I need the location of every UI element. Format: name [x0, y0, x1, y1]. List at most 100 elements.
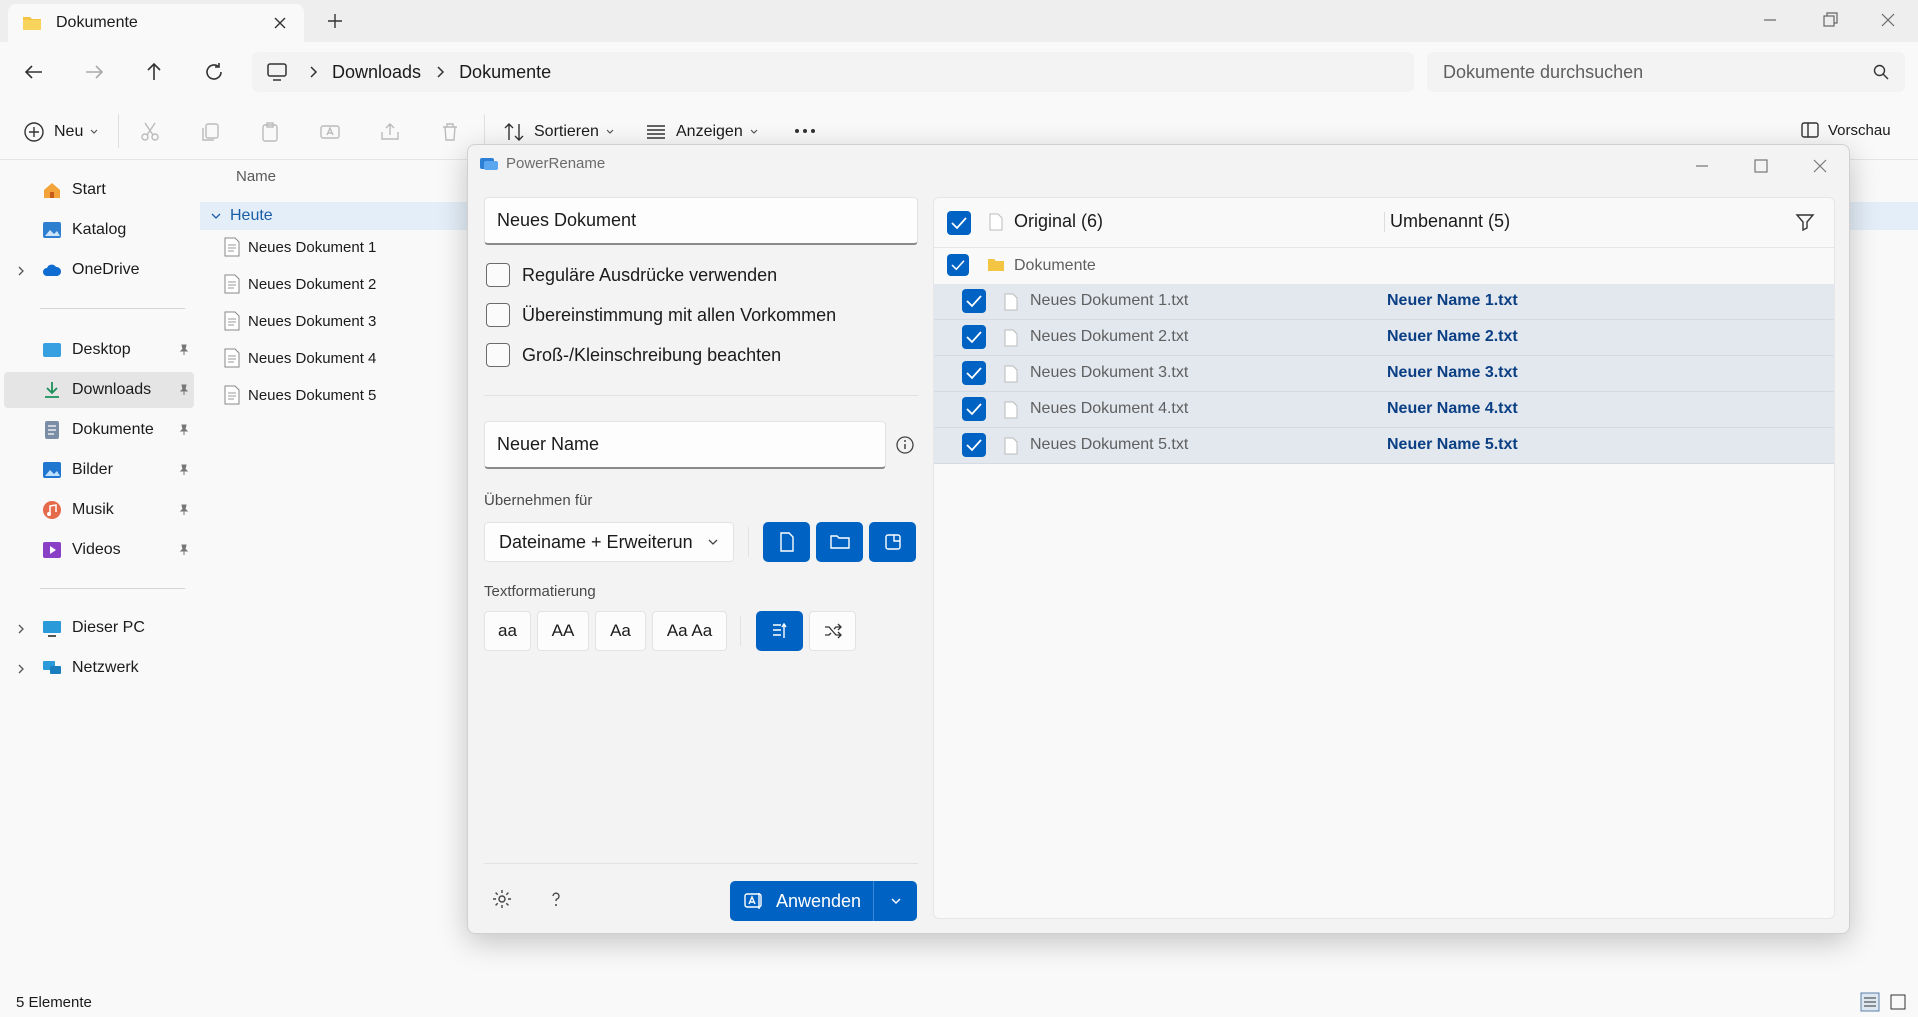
sidebar-item-videos[interactable]: Videos — [4, 532, 194, 568]
pin-icon[interactable] — [178, 424, 190, 436]
sidebar-item-dieser-pc[interactable]: Dieser PC — [4, 610, 194, 646]
pin-icon[interactable] — [178, 464, 190, 476]
include-subfolders-toggle[interactable] — [869, 522, 916, 562]
maximize-icon[interactable] — [1750, 155, 1772, 177]
original-column-header[interactable]: Original (6) — [1014, 211, 1103, 232]
item-checkbox[interactable] — [962, 397, 986, 421]
vertical-divider — [748, 527, 749, 557]
sidebar-item-bilder[interactable]: Bilder — [4, 452, 194, 488]
copy-icon[interactable] — [198, 120, 222, 144]
case-sensitive-checkbox[interactable]: Groß-/Kleinschreibung beachten — [486, 343, 781, 367]
column-header-name[interactable]: Name — [236, 168, 276, 185]
pin-icon[interactable] — [178, 384, 190, 396]
include-files-toggle[interactable] — [763, 522, 810, 562]
file-icon — [989, 213, 1003, 231]
more-options-icon[interactable] — [794, 128, 816, 134]
details-view-icon[interactable] — [1860, 992, 1880, 1012]
sidebar-item-katalog[interactable]: Katalog — [4, 212, 194, 248]
close-tab-icon[interactable] — [270, 13, 290, 33]
sidebar-item-downloads[interactable]: Downloads — [4, 372, 194, 408]
apply-main-button[interactable]: Anwenden — [730, 891, 873, 912]
sidebar-item-netzwerk[interactable]: Netzwerk — [4, 650, 194, 686]
replace-with-input[interactable]: Neuer Name — [484, 421, 886, 469]
checkbox-box[interactable] — [486, 303, 510, 327]
minimize-icon[interactable] — [1758, 8, 1782, 32]
close-icon[interactable] — [1809, 155, 1831, 177]
tiles-view-icon[interactable] — [1888, 992, 1908, 1012]
include-folders-toggle[interactable] — [816, 522, 863, 562]
sort-button[interactable]: Sortieren — [502, 120, 615, 144]
item-checkbox[interactable] — [962, 325, 986, 349]
preview-pane-button[interactable]: Vorschau — [1800, 120, 1891, 140]
pin-icon[interactable] — [178, 504, 190, 516]
select-all-checkbox[interactable] — [947, 211, 971, 235]
back-icon[interactable] — [20, 58, 48, 86]
apply-button[interactable]: Anwenden — [730, 881, 917, 921]
uppercase-button[interactable]: AA — [537, 611, 589, 651]
item-checkbox[interactable] — [962, 433, 986, 457]
forward-icon[interactable] — [80, 58, 108, 86]
sidebar-item-musik[interactable]: Musik — [4, 492, 194, 528]
delete-icon[interactable] — [438, 120, 462, 144]
sidebar-item-dokumente[interactable]: Dokumente — [4, 412, 194, 448]
file-row[interactable]: Neues Dokument 1 — [224, 232, 376, 262]
breadcrumb-dokumente[interactable]: Dokumente — [459, 62, 551, 83]
pin-icon[interactable] — [178, 544, 190, 556]
file-row[interactable]: Neues Dokument 4 — [224, 343, 376, 373]
cut-icon[interactable] — [138, 120, 162, 144]
rename-row[interactable]: Neues Dokument 5.txt Neuer Name 5.txt — [934, 428, 1834, 464]
tab-dokumente[interactable]: Dokumente — [8, 4, 304, 42]
checkbox-box[interactable] — [486, 263, 510, 287]
file-row[interactable]: Neues Dokument 2 — [224, 269, 376, 299]
file-row[interactable]: Neues Dokument 3 — [224, 306, 376, 336]
sidebar-item-desktop[interactable]: Desktop — [4, 332, 194, 368]
lowercase-button[interactable]: aa — [484, 611, 531, 651]
minimize-icon[interactable] — [1691, 155, 1713, 177]
settings-icon[interactable] — [492, 889, 512, 909]
address-bar[interactable]: Downloads Dokumente — [252, 52, 1414, 92]
item-checkbox[interactable] — [962, 289, 986, 313]
item-checkbox[interactable] — [962, 361, 986, 385]
titlecase-button[interactable]: Aa — [595, 611, 646, 651]
capitalize-each-word-button[interactable]: Aa Aa — [652, 611, 727, 651]
search-input[interactable]: Dokumente durchsuchen — [1427, 52, 1905, 92]
enumerate-items-toggle[interactable] — [756, 611, 803, 651]
original-name: Neues Dokument 5.txt — [1030, 436, 1189, 453]
rename-row[interactable]: Neues Dokument 1.txt Neuer Name 1.txt — [934, 284, 1834, 320]
match-all-checkbox[interactable]: Übereinstimmung mit allen Vorkommen — [486, 303, 836, 327]
sidebar-item-start[interactable]: Start — [4, 172, 194, 208]
help-icon[interactable] — [546, 889, 566, 909]
apply-for-dropdown[interactable]: Dateiname + Erweiterun — [484, 522, 734, 562]
search-for-input[interactable]: Neues Dokument — [484, 197, 918, 245]
item-checkbox[interactable] — [947, 254, 969, 276]
new-tab-icon[interactable] — [326, 12, 344, 30]
filter-icon[interactable] — [1795, 212, 1815, 232]
apply-options-dropdown[interactable] — [874, 895, 917, 907]
randomize-toggle[interactable] — [809, 611, 856, 651]
close-window-icon[interactable] — [1876, 8, 1900, 32]
new-button[interactable]: Neu — [22, 120, 99, 144]
rename-row[interactable]: Neues Dokument 2.txt Neuer Name 2.txt — [934, 320, 1834, 356]
view-button[interactable]: Anzeigen — [644, 120, 759, 144]
rename-row[interactable]: Neues Dokument 3.txt Neuer Name 3.txt — [934, 356, 1834, 392]
regex-checkbox[interactable]: Reguläre Ausdrücke verwenden — [486, 263, 777, 287]
sidebar-item-onedrive[interactable]: OneDrive — [4, 252, 194, 288]
file-row[interactable]: Neues Dokument 5 — [224, 380, 376, 410]
share-icon[interactable] — [378, 120, 402, 144]
rename-icon[interactable] — [318, 120, 342, 144]
refresh-icon[interactable] — [200, 58, 228, 86]
checkbox-box[interactable] — [486, 343, 510, 367]
new-label: Neu — [54, 123, 84, 140]
folder-row[interactable]: Dokumente — [934, 248, 1834, 284]
preview-header: Original (6) Umbenannt (5) — [934, 198, 1834, 248]
breadcrumb-downloads[interactable]: Downloads — [332, 62, 421, 83]
up-icon[interactable] — [140, 58, 168, 86]
title-bar: Dokumente — [0, 0, 1918, 42]
pin-icon[interactable] — [178, 344, 190, 356]
rename-row[interactable]: Neues Dokument 4.txt Neuer Name 4.txt — [934, 392, 1834, 428]
info-icon[interactable] — [895, 435, 915, 455]
sidebar-item-label: Katalog — [72, 221, 127, 238]
renamed-column-header[interactable]: Umbenannt (5) — [1390, 211, 1510, 232]
paste-icon[interactable] — [258, 120, 282, 144]
restore-icon[interactable] — [1818, 8, 1842, 32]
